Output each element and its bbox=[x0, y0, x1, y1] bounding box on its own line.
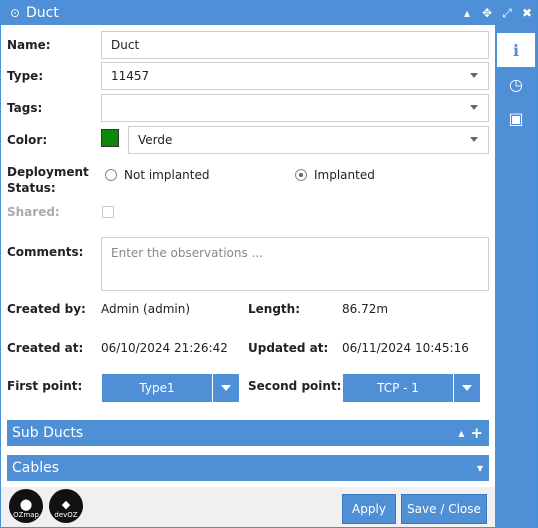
name-label: Name: bbox=[7, 38, 51, 52]
color-label: Color: bbox=[7, 133, 48, 147]
expand-icon[interactable]: ⤢ bbox=[497, 6, 517, 21]
deployment-label-line2: Status: bbox=[7, 181, 56, 195]
clock-icon: ◷ bbox=[509, 74, 523, 94]
chevron-up-icon[interactable]: ▴ bbox=[458, 426, 464, 440]
dialog-footer: ⬤ OZmap ◆ devOZ Apply Save / Close bbox=[1, 487, 495, 527]
cables-section[interactable]: Cables ▾ bbox=[7, 455, 489, 481]
created-at-label: Created at: bbox=[7, 341, 84, 355]
tags-label: Tags: bbox=[7, 101, 43, 115]
chevron-down-icon[interactable] bbox=[454, 385, 480, 391]
radio-implanted[interactable]: Implanted bbox=[295, 168, 375, 182]
collapse-icon[interactable]: ▴ bbox=[457, 6, 477, 20]
color-swatch[interactable] bbox=[101, 129, 119, 147]
sub-ducts-title: Sub Ducts bbox=[12, 425, 84, 441]
color-value: Verde bbox=[138, 133, 173, 147]
shared-label: Shared: bbox=[7, 205, 60, 219]
chevron-down-icon[interactable] bbox=[213, 385, 239, 391]
shared-checkbox[interactable] bbox=[102, 206, 114, 218]
length-label: Length: bbox=[248, 302, 300, 316]
target-icon: ⊙ bbox=[9, 6, 21, 20]
name-field[interactable]: Duct bbox=[101, 31, 489, 59]
length-value: 86.72m bbox=[342, 302, 389, 316]
first-point-value: Type1 bbox=[139, 381, 175, 395]
first-point-select[interactable]: Type1 bbox=[102, 374, 239, 402]
type-value: 11457 bbox=[111, 69, 150, 83]
created-at-value: 06/10/2024 21:26:42 bbox=[101, 341, 228, 355]
apply-button[interactable]: Apply bbox=[342, 494, 396, 524]
tags-select[interactable] bbox=[101, 94, 489, 122]
image-icon: ▣ bbox=[508, 108, 524, 128]
radio-not-implanted[interactable]: Not implanted bbox=[105, 168, 209, 182]
second-point-value: TCP - 1 bbox=[377, 381, 419, 395]
form-content: Name: Duct Type: 11457 Tags: Color: Verd… bbox=[1, 25, 495, 487]
type-select[interactable]: 11457 bbox=[101, 62, 489, 90]
devoz-logo-text: devOZ bbox=[54, 511, 78, 519]
devoz-logo: ◆ devOZ bbox=[49, 489, 83, 523]
window-title: Duct bbox=[26, 5, 59, 21]
cables-title: Cables bbox=[12, 460, 60, 476]
chevron-down-icon[interactable]: ▾ bbox=[477, 461, 483, 475]
first-point-label: First point: bbox=[7, 379, 83, 393]
cube-icon: ◆ bbox=[61, 498, 71, 511]
created-by-label: Created by: bbox=[7, 302, 86, 316]
radio-label: Implanted bbox=[314, 168, 375, 182]
second-point-label: Second point: bbox=[248, 379, 342, 393]
add-icon[interactable]: + bbox=[470, 424, 483, 442]
close-icon[interactable]: ✖ bbox=[517, 6, 537, 20]
chevron-down-icon bbox=[470, 73, 478, 78]
tab-history[interactable]: ◷ bbox=[497, 67, 535, 101]
color-select[interactable]: Verde bbox=[128, 126, 489, 154]
title-bar[interactable]: ⊙ Duct ▴ ✥ ⤢ ✖ bbox=[1, 1, 537, 25]
radio-label: Not implanted bbox=[124, 168, 210, 182]
tab-images[interactable]: ▣ bbox=[497, 101, 535, 135]
info-icon: ℹ bbox=[512, 40, 520, 60]
second-point-select[interactable]: TCP - 1 bbox=[343, 374, 480, 402]
type-label: Type: bbox=[7, 69, 44, 83]
side-tab-bar: ℹ ◷ ▣ bbox=[495, 25, 537, 527]
ozmap-logo-text: OZmap bbox=[13, 511, 39, 519]
radio-button[interactable] bbox=[295, 169, 307, 181]
ozmap-logo: ⬤ OZmap bbox=[9, 489, 43, 523]
radio-button[interactable] bbox=[105, 169, 117, 181]
comments-label: Comments: bbox=[7, 245, 84, 259]
comments-textarea[interactable]: Enter the observations ... bbox=[101, 237, 489, 291]
updated-at-value: 06/11/2024 10:45:16 bbox=[342, 341, 469, 355]
comments-placeholder: Enter the observations ... bbox=[111, 246, 264, 260]
created-by-value: Admin (admin) bbox=[101, 302, 191, 316]
name-value: Duct bbox=[111, 38, 140, 52]
updated-at-label: Updated at: bbox=[248, 341, 329, 355]
chevron-down-icon bbox=[470, 105, 478, 110]
chevron-down-icon bbox=[470, 137, 478, 142]
map-pin-icon: ⬤ bbox=[19, 498, 33, 511]
deployment-label-line1: Deployment bbox=[7, 165, 89, 179]
sub-ducts-section[interactable]: Sub Ducts ▴ + bbox=[7, 420, 489, 446]
tab-info[interactable]: ℹ bbox=[497, 33, 535, 67]
duct-dialog: ⊙ Duct ▴ ✥ ⤢ ✖ ℹ ◷ ▣ Name: Duct Type: 11… bbox=[0, 0, 538, 528]
move-icon[interactable]: ✥ bbox=[477, 6, 497, 20]
save-close-button[interactable]: Save / Close bbox=[401, 494, 487, 524]
